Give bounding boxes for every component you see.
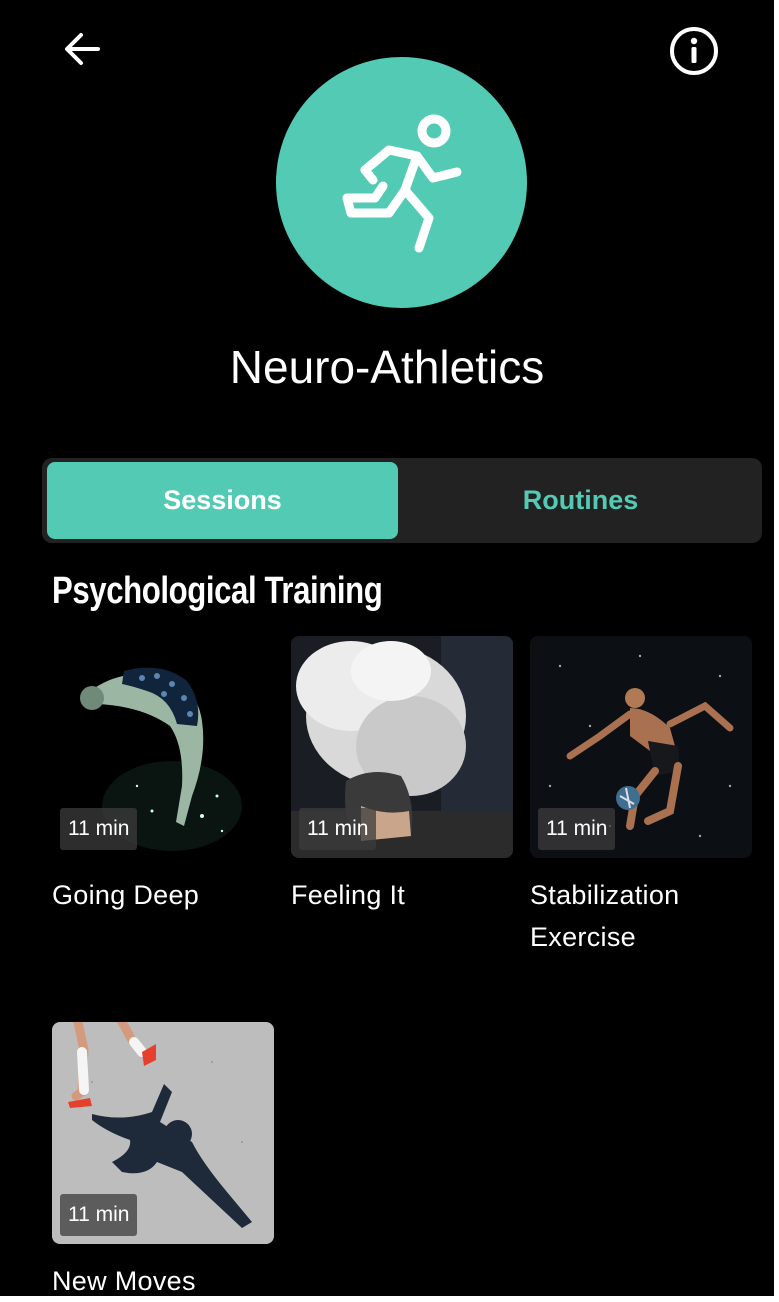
back-button[interactable] [56, 26, 108, 72]
session-title: New Moves [52, 1266, 196, 1296]
page-title: Neuro-Athletics [229, 341, 545, 393]
session-card-stabilization-exercise[interactable]: 11 min Stabilization Exercise [530, 636, 752, 958]
session-title: Feeling It [291, 880, 406, 910]
info-circle-icon [670, 27, 718, 75]
tab-sessions[interactable]: Sessions [47, 462, 398, 539]
tab-routines[interactable]: Routines [404, 462, 757, 539]
duration-badge: 11 min [538, 808, 616, 850]
app-screen: Neuro-Athletics Sessions Routines Psycho… [0, 0, 774, 1296]
view-segmented-control: Sessions Routines [42, 458, 762, 543]
category-icon-circle [276, 57, 527, 308]
session-card-feeling-it[interactable]: 11 min Feeling It [291, 636, 513, 916]
session-title: Going Deep [52, 880, 200, 910]
session-thumbnail: 11 min [530, 636, 752, 858]
session-title: Stabilization Exercise [530, 880, 680, 952]
running-person-icon [342, 114, 461, 252]
session-thumbnail: 11 min [52, 636, 274, 858]
duration-badge: 11 min [60, 1194, 138, 1236]
session-thumbnail: 11 min [291, 636, 513, 858]
session-card-new-moves[interactable]: 11 min New Moves [52, 1022, 274, 1296]
section-title: Psychological Training [52, 570, 383, 612]
session-thumbnail: 11 min [52, 1022, 274, 1244]
arrow-left-icon [65, 33, 100, 65]
session-card-going-deep[interactable]: 11 min Going Deep [52, 636, 274, 916]
duration-badge: 11 min [299, 808, 377, 850]
info-button[interactable] [666, 26, 722, 76]
duration-badge: 11 min [60, 808, 138, 850]
